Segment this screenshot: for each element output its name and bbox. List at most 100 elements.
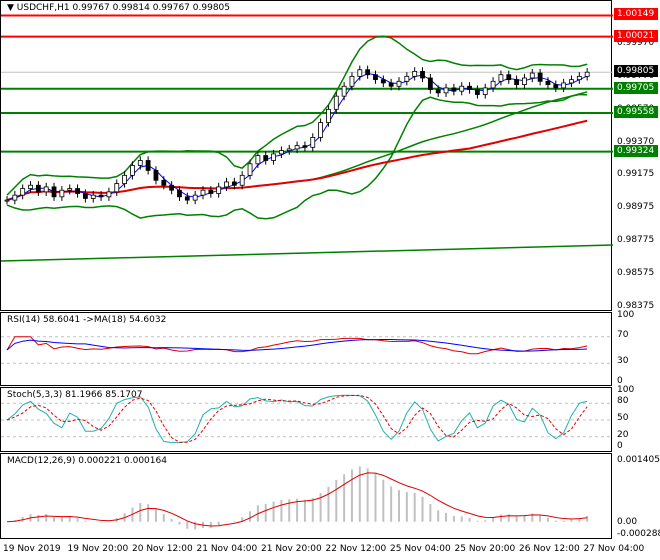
- time-axis-label: 21 Nov 20:00: [261, 544, 322, 554]
- trend-line: [1, 244, 613, 262]
- candle-body: [200, 189, 206, 196]
- candle-body: [333, 95, 339, 110]
- rsi-title: RSI(14) 58.6041 ->MA(18) 54.6032: [7, 315, 167, 325]
- candle-body: [294, 145, 300, 150]
- candle-body: [545, 80, 551, 86]
- candle-body: [451, 87, 457, 92]
- macd-title: MACD(12,26,9) 0.000221 0.000164: [7, 456, 167, 466]
- stoch-title: Stoch(5,3,3) 81.1966 85.1707: [7, 390, 143, 400]
- candle-body: [216, 186, 222, 194]
- candle-body: [130, 165, 135, 176]
- candle-body: [522, 77, 527, 85]
- candle-body: [318, 122, 324, 138]
- candle-body: [12, 194, 18, 201]
- candle-body: [177, 189, 182, 198]
- rsi-axis-label: 70: [617, 329, 629, 340]
- candle-body: [169, 184, 175, 191]
- time-axis-label: 19 Nov 20:00: [67, 544, 129, 554]
- price-axis-label: 0.98575: [617, 268, 655, 279]
- candle-body: [255, 155, 261, 165]
- candle-body: [467, 85, 472, 90]
- collapse-arrow-icon[interactable]: ▼: [7, 3, 14, 13]
- candle-body: [106, 191, 112, 198]
- bollinger-upper: [6, 35, 588, 196]
- rsi-panel[interactable]: RSI(14) 58.6041 ->MA(18) 54.6032: [0, 312, 613, 386]
- price-axis-label: 0.98775: [617, 235, 655, 246]
- candle-body: [498, 74, 504, 82]
- stoch-panel[interactable]: Stoch(5,3,3) 81.1966 85.1707: [0, 387, 613, 452]
- macd-axis-label: 0.001405: [617, 455, 660, 465]
- stoch-d-line: [6, 394, 588, 443]
- candle-body: [271, 153, 276, 161]
- candle-body: [28, 184, 33, 189]
- rsi-axis-label: 30: [617, 356, 629, 367]
- candle-body: [75, 188, 80, 194]
- candle-body: [67, 188, 73, 191]
- candle-body: [286, 148, 292, 151]
- stoch-axis-label: 80: [617, 396, 629, 407]
- price-chart-panel[interactable]: ▼ USDCHF,H1 0.99767 0.99814 0.99767 0.99…: [0, 0, 613, 311]
- candle-body: [427, 77, 433, 90]
- candle-body: [231, 181, 237, 186]
- level-price-tag: 0.99805: [614, 65, 658, 78]
- candle-body: [459, 85, 465, 92]
- candle-body: [357, 69, 363, 77]
- level-price-tag: 0.99324: [614, 144, 658, 157]
- candle-body: [43, 186, 49, 193]
- candle-body: [310, 136, 316, 148]
- stoch-axis-label: 100: [617, 385, 635, 395]
- candle-body: [474, 89, 480, 95]
- level-price-tag: 1.00149: [614, 8, 658, 21]
- candle-body: [443, 87, 449, 94]
- candle-body: [341, 85, 347, 97]
- candle-body: [302, 145, 308, 148]
- level-price-tag: 1.00021: [614, 29, 658, 42]
- candle-body: [137, 160, 143, 166]
- candle-body: [122, 174, 127, 185]
- candle-body: [192, 194, 198, 201]
- level-price-tag: 0.99705: [614, 81, 658, 94]
- macd-panel[interactable]: MACD(12,26,9) 0.000221 0.000164: [0, 453, 612, 539]
- candle-body: [161, 179, 167, 186]
- candle-body: [349, 75, 355, 87]
- time-axis-label: 25 Nov 20:00: [454, 544, 516, 554]
- stoch-axis-label: 0: [617, 441, 623, 451]
- candle-body: [83, 193, 88, 199]
- level-price-tag: 0.99558: [614, 105, 658, 118]
- time-axis-label: 25 Nov 04:00: [390, 544, 451, 554]
- candle-body: [114, 183, 120, 193]
- price-axis-label: 0.98975: [617, 202, 655, 213]
- chart-title: ▼ USDCHF,H1 0.99767 0.99814 0.99767 0.99…: [7, 3, 230, 13]
- candle-body: [263, 155, 269, 161]
- candle-body: [490, 80, 496, 89]
- time-axis-label: 21 Nov 04:00: [196, 544, 258, 554]
- candle-body: [90, 194, 96, 199]
- time-axis-label: 19 Nov 2019: [3, 544, 61, 554]
- candle-body: [35, 184, 41, 193]
- candle-body: [184, 196, 190, 201]
- candle-body: [537, 72, 543, 82]
- candle-body: [435, 89, 441, 94]
- candle-body: [561, 82, 567, 89]
- candle-body: [153, 169, 159, 181]
- candle-body: [380, 79, 386, 84]
- stoch-k-line: [6, 394, 588, 444]
- candle-body: [224, 181, 229, 188]
- candle-body: [396, 80, 402, 87]
- rsi-ma-line: [6, 338, 588, 352]
- candle-body: [584, 71, 590, 77]
- candle-body: [412, 71, 418, 77]
- candle-body: [98, 194, 104, 198]
- candle-body: [529, 72, 535, 79]
- candle-body: [247, 163, 253, 176]
- candle-body: [388, 82, 394, 87]
- candle-body: [569, 79, 574, 84]
- ma-red: [6, 119, 588, 202]
- candle-body: [553, 84, 559, 89]
- time-axis-label: 26 Nov 12:00: [519, 544, 580, 554]
- candle-body: [208, 189, 214, 194]
- time-axis-label: 20 Nov 12:00: [132, 544, 193, 554]
- stoch-axis-label: 20: [617, 429, 629, 440]
- rsi-axis-label: 100: [617, 310, 635, 320]
- stoch-axis-label: 50: [617, 413, 629, 423]
